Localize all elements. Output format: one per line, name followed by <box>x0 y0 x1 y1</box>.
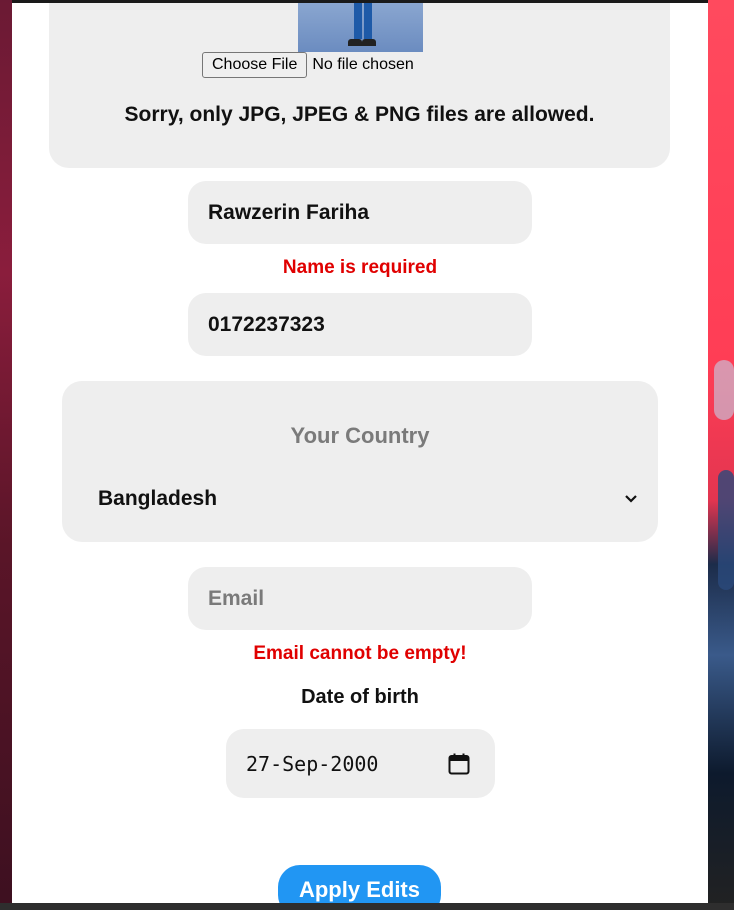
calendar-icon[interactable] <box>447 752 471 776</box>
email-input[interactable]: Email <box>188 567 532 630</box>
file-type-error: Sorry, only JPG, JPEG & PNG files are al… <box>124 103 595 126</box>
country-selected-value: Bangladesh <box>98 487 218 510</box>
profile-photo-preview <box>298 3 423 52</box>
choose-file-button[interactable]: Choose File <box>202 52 308 78</box>
dob-value: 27-Sep-2000 <box>246 751 379 776</box>
chevron-down-icon <box>625 495 637 503</box>
profile-photo-upload-card: Choose File No file chosen Sorry, only J… <box>49 3 670 168</box>
name-error: Name is required <box>282 257 438 278</box>
edit-profile-modal: Choose File No file chosen Sorry, only J… <box>12 3 708 903</box>
background-bottom <box>0 903 734 910</box>
background-left <box>0 0 12 910</box>
country-card: Your Country Bangladesh <box>62 381 658 542</box>
dob-input[interactable]: 27-Sep-2000 <box>226 729 495 798</box>
phone-input[interactable]: 0172237323 <box>188 293 532 356</box>
dob-label: Date of birth <box>301 686 419 708</box>
name-input[interactable]: Rawzerin Fariha <box>188 181 532 244</box>
email-error: Email cannot be empty! <box>253 643 467 664</box>
country-select[interactable]: Bangladesh <box>98 484 638 514</box>
apply-edits-button[interactable]: Apply Edits <box>278 865 441 903</box>
background-right <box>708 0 734 910</box>
file-input[interactable]: Choose File No file chosen <box>202 52 414 78</box>
file-status-text: No file chosen <box>312 56 414 73</box>
country-label: Your Country <box>290 423 430 448</box>
